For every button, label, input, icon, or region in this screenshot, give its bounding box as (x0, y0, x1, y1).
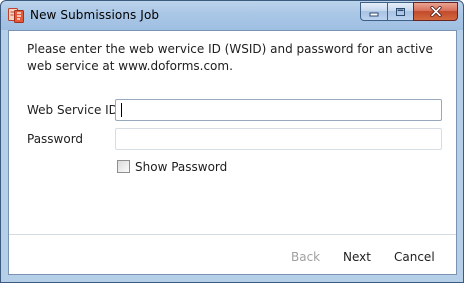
footer-divider (9, 234, 456, 235)
minimize-icon (369, 2, 380, 21)
close-icon (429, 2, 442, 21)
cancel-button[interactable]: Cancel (394, 248, 435, 266)
back-button[interactable]: Back (291, 248, 320, 266)
window-title: New Submissions Job (30, 8, 160, 22)
title-bar[interactable]: New Submissions Job (1, 1, 463, 29)
maximize-button[interactable] (387, 2, 413, 21)
wsid-input[interactable] (115, 99, 442, 121)
text-caret (121, 103, 122, 117)
minimize-button[interactable] (360, 2, 387, 21)
close-button[interactable] (413, 2, 458, 21)
instructions-text: Please enter the web wervice ID (WSID) a… (27, 42, 433, 73)
next-button[interactable]: Next (343, 248, 371, 266)
dialog-content: Please enter the web wervice ID (WSID) a… (8, 30, 457, 275)
show-password-checkbox[interactable] (117, 160, 130, 173)
show-password-label[interactable]: Show Password (135, 160, 227, 174)
password-input[interactable] (115, 128, 442, 150)
wsid-label: Web Service ID (27, 103, 118, 117)
dialog-window: New Submissions Job Please enter the web… (0, 0, 464, 283)
maximize-icon (395, 2, 406, 21)
caption-buttons (360, 2, 458, 21)
doforms-app-icon[interactable] (8, 7, 24, 23)
password-label: Password (27, 132, 84, 146)
